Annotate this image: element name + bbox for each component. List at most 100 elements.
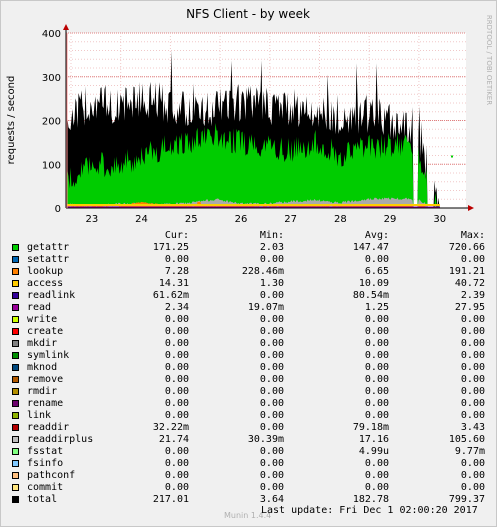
legend-row-readdir: readdir 32.22m 0.00 79.18m 3.43 bbox=[12, 422, 490, 434]
legend-cur: 0.00 bbox=[164, 326, 189, 337]
legend-swatch-readdirplus bbox=[12, 436, 19, 443]
legend-cur: 0.00 bbox=[164, 458, 189, 469]
legend-name: link bbox=[27, 410, 52, 421]
chart-title: NFS Client - by week bbox=[186, 7, 310, 21]
legend-cur: 7.28 bbox=[164, 266, 189, 277]
legend-name: readdir bbox=[27, 422, 70, 433]
legend-cur: 61.62m bbox=[152, 290, 189, 301]
rrdtool-label: RRDTOOL / TOBI OETIKER bbox=[485, 15, 493, 105]
x-tick-label: 30 bbox=[433, 214, 446, 225]
legend-swatch-write bbox=[12, 316, 19, 323]
legend-min: 1.30 bbox=[259, 278, 284, 289]
legend-avg: 0.00 bbox=[364, 398, 389, 409]
legend-avg: 10.09 bbox=[358, 278, 389, 289]
legend-row-lookup: lookup 7.28 228.46m 6.65 191.21 bbox=[12, 266, 490, 278]
legend-min: 2.03 bbox=[259, 242, 284, 253]
legend-max: 0.00 bbox=[460, 326, 485, 337]
legend-cur: 0.00 bbox=[164, 374, 189, 385]
legend-avg: 17.16 bbox=[358, 434, 389, 445]
legend-min: 0.00 bbox=[259, 410, 284, 421]
x-tick-label: 26 bbox=[235, 214, 248, 225]
legend-avg: 0.00 bbox=[364, 350, 389, 361]
legend-cur: 0.00 bbox=[164, 386, 189, 397]
legend-rows: getattr 171.25 2.03 147.47 720.66 setattr 0.00… bbox=[12, 242, 490, 506]
legend-row-mkdir: mkdir 0.00 0.00 0.00 0.00 bbox=[12, 338, 490, 350]
legend-min: 0.00 bbox=[259, 446, 284, 457]
y-tick-label: 200 bbox=[42, 117, 61, 128]
legend-row-remove: remove 0.00 0.00 0.00 0.00 bbox=[12, 374, 490, 386]
legend-max: 191.21 bbox=[448, 266, 485, 277]
legend-max: 0.00 bbox=[460, 482, 485, 493]
legend-cur: 0.00 bbox=[164, 446, 189, 457]
legend-row-access: access 14.31 1.30 10.09 40.72 bbox=[12, 278, 490, 290]
legend-row-pathconf: pathconf 0.00 0.00 0.00 0.00 bbox=[12, 470, 490, 482]
legend-avg: 6.65 bbox=[364, 266, 389, 277]
legend-cur: 217.01 bbox=[152, 494, 189, 505]
legend-swatch-access bbox=[12, 280, 19, 287]
legend-min: 0.00 bbox=[259, 314, 284, 325]
legend-cur: 0.00 bbox=[164, 482, 189, 493]
legend-min: 19.07m bbox=[247, 302, 284, 313]
legend-name: total bbox=[27, 494, 58, 505]
chart: NFS Client - by week requests / second R… bbox=[6, 7, 493, 225]
legend-avg: 0.00 bbox=[364, 458, 389, 469]
legend-min: 0.00 bbox=[259, 326, 284, 337]
legend-row-fsstat: fsstat 0.00 0.00 4.99u 9.77m bbox=[12, 446, 490, 458]
legend-header: Cur: Min: Avg: Max: bbox=[12, 230, 490, 242]
legend-avg: 147.47 bbox=[352, 242, 389, 253]
legend-name: write bbox=[27, 314, 58, 325]
legend-cur: 0.00 bbox=[164, 314, 189, 325]
legend-avg: 0.00 bbox=[364, 314, 389, 325]
legend-row-readlink: readlink 61.62m 0.00 80.54m 2.39 bbox=[12, 290, 490, 302]
legend-name: mkdir bbox=[27, 338, 58, 349]
legend-min: 0.00 bbox=[259, 254, 284, 265]
legend-max: 3.43 bbox=[460, 422, 485, 433]
legend-name: commit bbox=[27, 482, 64, 493]
legend-row-create: create 0.00 0.00 0.00 0.00 bbox=[12, 326, 490, 338]
x-tick-label: 27 bbox=[284, 214, 297, 225]
legend-swatch-read bbox=[12, 304, 19, 311]
header-max: Max: bbox=[460, 230, 485, 241]
legend-row-symlink: symlink 0.00 0.00 0.00 0.00 bbox=[12, 350, 490, 362]
legend-cur: 32.22m bbox=[152, 422, 189, 433]
legend-swatch-setattr bbox=[12, 256, 19, 263]
legend-min: 0.00 bbox=[259, 350, 284, 361]
legend-row-mknod: mknod 0.00 0.00 0.00 0.00 bbox=[12, 362, 490, 374]
legend-max: 720.66 bbox=[448, 242, 485, 253]
legend-min: 0.00 bbox=[259, 458, 284, 469]
legend-name: fsinfo bbox=[27, 458, 64, 469]
legend-swatch-fsinfo bbox=[12, 460, 19, 467]
legend-max: 0.00 bbox=[460, 410, 485, 421]
legend-swatch-mknod bbox=[12, 364, 19, 371]
legend-name: setattr bbox=[27, 254, 70, 265]
legend-row-write: write 0.00 0.00 0.00 0.00 bbox=[12, 314, 490, 326]
legend-min: 0.00 bbox=[259, 422, 284, 433]
legend-swatch-commit bbox=[12, 484, 19, 491]
legend-avg: 79.18m bbox=[352, 422, 389, 433]
legend-avg: 0.00 bbox=[364, 338, 389, 349]
legend-swatch-lookup bbox=[12, 268, 19, 275]
legend-name: remove bbox=[27, 374, 64, 385]
legend-max: 0.00 bbox=[460, 362, 485, 373]
legend-cur: 0.00 bbox=[164, 410, 189, 421]
legend-swatch-getattr bbox=[12, 244, 19, 251]
x-tick-label: 25 bbox=[185, 214, 198, 225]
x-tick-label: 24 bbox=[135, 214, 148, 225]
legend-max: 0.00 bbox=[460, 350, 485, 361]
x-tick-label: 28 bbox=[334, 214, 347, 225]
legend-min: 228.46m bbox=[241, 266, 284, 277]
legend-row-rmdir: rmdir 0.00 0.00 0.00 0.00 bbox=[12, 386, 490, 398]
legend-name: readdirplus bbox=[27, 434, 94, 445]
legend-max: 0.00 bbox=[460, 338, 485, 349]
legend-max: 2.39 bbox=[460, 290, 485, 301]
legend-cur: 171.25 bbox=[152, 242, 189, 253]
legend-row-setattr: setattr 0.00 0.00 0.00 0.00 bbox=[12, 254, 490, 266]
legend-swatch-rename bbox=[12, 400, 19, 407]
legend-name: mknod bbox=[27, 362, 58, 373]
legend-cur: 0.00 bbox=[164, 338, 189, 349]
legend-min: 0.00 bbox=[259, 386, 284, 397]
legend-cur: 0.00 bbox=[164, 350, 189, 361]
legend-row-fsinfo: fsinfo 0.00 0.00 0.00 0.00 bbox=[12, 458, 490, 470]
legend-swatch-total bbox=[12, 496, 19, 503]
legend-cur: 0.00 bbox=[164, 398, 189, 409]
